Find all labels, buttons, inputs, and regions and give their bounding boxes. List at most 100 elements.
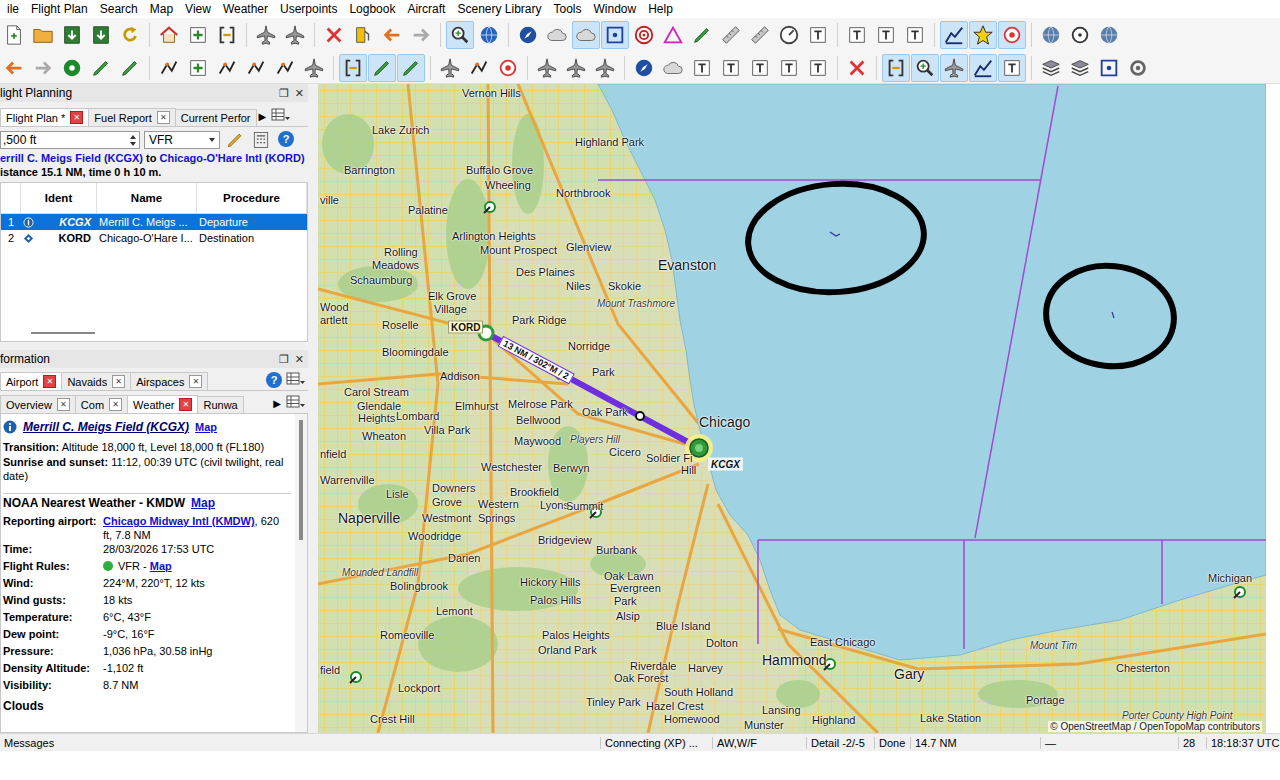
toolbar-button[interactable] bbox=[320, 21, 348, 49]
toolbar-button[interactable] bbox=[717, 21, 745, 49]
toolbar-button[interactable] bbox=[397, 54, 425, 82]
airport-marker[interactable] bbox=[350, 672, 361, 683]
column-header[interactable]: Name bbox=[97, 183, 197, 213]
menu-item[interactable]: View bbox=[179, 2, 217, 16]
tab-close-button[interactable]: ✕ bbox=[57, 398, 70, 411]
airport-label[interactable]: KORD bbox=[448, 321, 483, 334]
dock-button[interactable]: ❐ bbox=[279, 353, 289, 366]
toolbar-button[interactable] bbox=[339, 54, 367, 82]
toolbar-button[interactable] bbox=[407, 21, 435, 49]
dock-button[interactable]: ❐ bbox=[279, 87, 289, 100]
tab-close-button[interactable]: ✕ bbox=[43, 375, 56, 388]
map-link[interactable]: Map bbox=[150, 560, 172, 572]
column-header[interactable]: Ident bbox=[21, 183, 97, 213]
toolbar-button[interactable] bbox=[58, 21, 86, 49]
toolbar-button[interactable] bbox=[775, 54, 803, 82]
menu-item[interactable]: Aircraft bbox=[401, 2, 451, 16]
toolbar-button[interactable] bbox=[940, 54, 968, 82]
tab[interactable]: Fuel Report ✕ bbox=[88, 108, 175, 126]
toolbar-button[interactable] bbox=[804, 54, 832, 82]
toolbar-button[interactable] bbox=[1066, 21, 1094, 49]
toolbar-button[interactable] bbox=[242, 54, 270, 82]
toolbar-button[interactable] bbox=[116, 21, 144, 49]
toolbar-button[interactable] bbox=[940, 21, 968, 49]
toolbar-button[interactable] bbox=[271, 54, 299, 82]
toolbar-button[interactable] bbox=[659, 54, 687, 82]
toolbar-button[interactable] bbox=[882, 54, 910, 82]
airport-label[interactable]: KCGX bbox=[708, 458, 743, 471]
tab-scroll-button[interactable]: ▶ bbox=[256, 111, 270, 126]
airport-marker[interactable] bbox=[484, 202, 495, 213]
flight-route[interactable] bbox=[486, 333, 699, 448]
dock-button[interactable]: ✕ bbox=[295, 353, 304, 366]
toolbar-button[interactable] bbox=[494, 54, 522, 82]
toolbar-button[interactable] bbox=[998, 54, 1026, 82]
dock-button[interactable]: ✕ bbox=[295, 87, 304, 100]
toolbar-button[interactable] bbox=[378, 21, 406, 49]
toolbar-button[interactable] bbox=[1037, 21, 1065, 49]
column-header[interactable]: Procedure bbox=[197, 183, 307, 213]
toolbar-button[interactable] bbox=[514, 21, 542, 49]
toolbar-button[interactable] bbox=[0, 54, 28, 82]
horizontal-scrollbar[interactable] bbox=[1, 329, 307, 337]
toolbar-button[interactable] bbox=[252, 21, 280, 49]
menu-item[interactable]: Weather bbox=[217, 2, 274, 16]
tab[interactable]: Airport ✕ bbox=[0, 372, 62, 390]
toolbar-button[interactable] bbox=[688, 54, 716, 82]
vertical-scrollbar[interactable] bbox=[295, 414, 307, 732]
toolbar-button[interactable] bbox=[911, 54, 939, 82]
toolbar-button[interactable] bbox=[475, 21, 503, 49]
help-button[interactable]: ? bbox=[278, 131, 294, 147]
menu-item[interactable]: ile bbox=[1, 2, 25, 16]
toolbar-button[interactable] bbox=[775, 21, 803, 49]
tab[interactable]: Flight Plan * ✕ bbox=[0, 108, 89, 126]
toolbar-button[interactable] bbox=[843, 54, 871, 82]
toolbar-button[interactable] bbox=[58, 54, 86, 82]
toolbar-button[interactable] bbox=[213, 54, 241, 82]
menu-item[interactable]: Window bbox=[588, 2, 643, 16]
toolbar-button[interactable] bbox=[998, 21, 1026, 49]
toolbar-button[interactable] bbox=[29, 54, 57, 82]
menu-item[interactable]: Help bbox=[642, 2, 679, 16]
toolbar-button[interactable] bbox=[843, 21, 871, 49]
toolbar-button[interactable] bbox=[281, 21, 309, 49]
toolbar-button[interactable] bbox=[572, 21, 600, 49]
toolbar-button[interactable] bbox=[368, 54, 396, 82]
toolbar-button[interactable] bbox=[591, 54, 619, 82]
table-row[interactable]: 2 KORD Chicago-O'Hare I... Destination bbox=[1, 230, 307, 246]
tab[interactable]: Com ✕ bbox=[75, 395, 128, 413]
toolbar-button[interactable] bbox=[446, 21, 474, 49]
tab[interactable]: Navaids ✕ bbox=[61, 372, 131, 390]
tab-close-button[interactable]: ✕ bbox=[179, 398, 192, 411]
toolbar-button[interactable] bbox=[184, 54, 212, 82]
tab-close-button[interactable]: ✕ bbox=[70, 111, 83, 124]
tab[interactable]: Airspaces ✕ bbox=[130, 372, 208, 390]
toolbar-button[interactable] bbox=[1037, 54, 1065, 82]
tab[interactable]: Weather ✕ bbox=[127, 395, 198, 413]
tab[interactable]: Overview ✕ bbox=[0, 395, 76, 413]
menu-item[interactable]: Logbook bbox=[343, 2, 401, 16]
toolbar-button[interactable] bbox=[562, 54, 590, 82]
toolbar-button[interactable] bbox=[155, 21, 183, 49]
toolbar-button[interactable] bbox=[349, 21, 377, 49]
toolbar-button[interactable] bbox=[87, 54, 115, 82]
toolbar-button[interactable] bbox=[87, 21, 115, 49]
toolbar-button[interactable] bbox=[746, 21, 774, 49]
toolbar-button[interactable] bbox=[688, 21, 716, 49]
toolbar-button[interactable] bbox=[872, 21, 900, 49]
table-menu-icon[interactable] bbox=[271, 107, 291, 123]
departure-link[interactable]: errill C. Meigs Field (KCGX) bbox=[0, 152, 143, 164]
tab-close-button[interactable]: ✕ bbox=[189, 375, 202, 388]
toolbar-button[interactable] bbox=[436, 54, 464, 82]
tab[interactable]: Current Perfor bbox=[175, 109, 257, 126]
toolbar-button[interactable] bbox=[29, 21, 57, 49]
map-link[interactable]: Map bbox=[195, 420, 217, 434]
menu-item[interactable]: Userpoints bbox=[274, 2, 343, 16]
toolbar-button[interactable] bbox=[969, 54, 997, 82]
tab-close-button[interactable]: ✕ bbox=[112, 375, 125, 388]
tab[interactable]: Runwa bbox=[197, 396, 243, 413]
map-link[interactable]: Map bbox=[191, 496, 215, 510]
toolbar-button[interactable] bbox=[804, 21, 832, 49]
menu-item[interactable]: Flight Plan bbox=[25, 2, 94, 16]
toolbar-button[interactable] bbox=[0, 21, 28, 49]
